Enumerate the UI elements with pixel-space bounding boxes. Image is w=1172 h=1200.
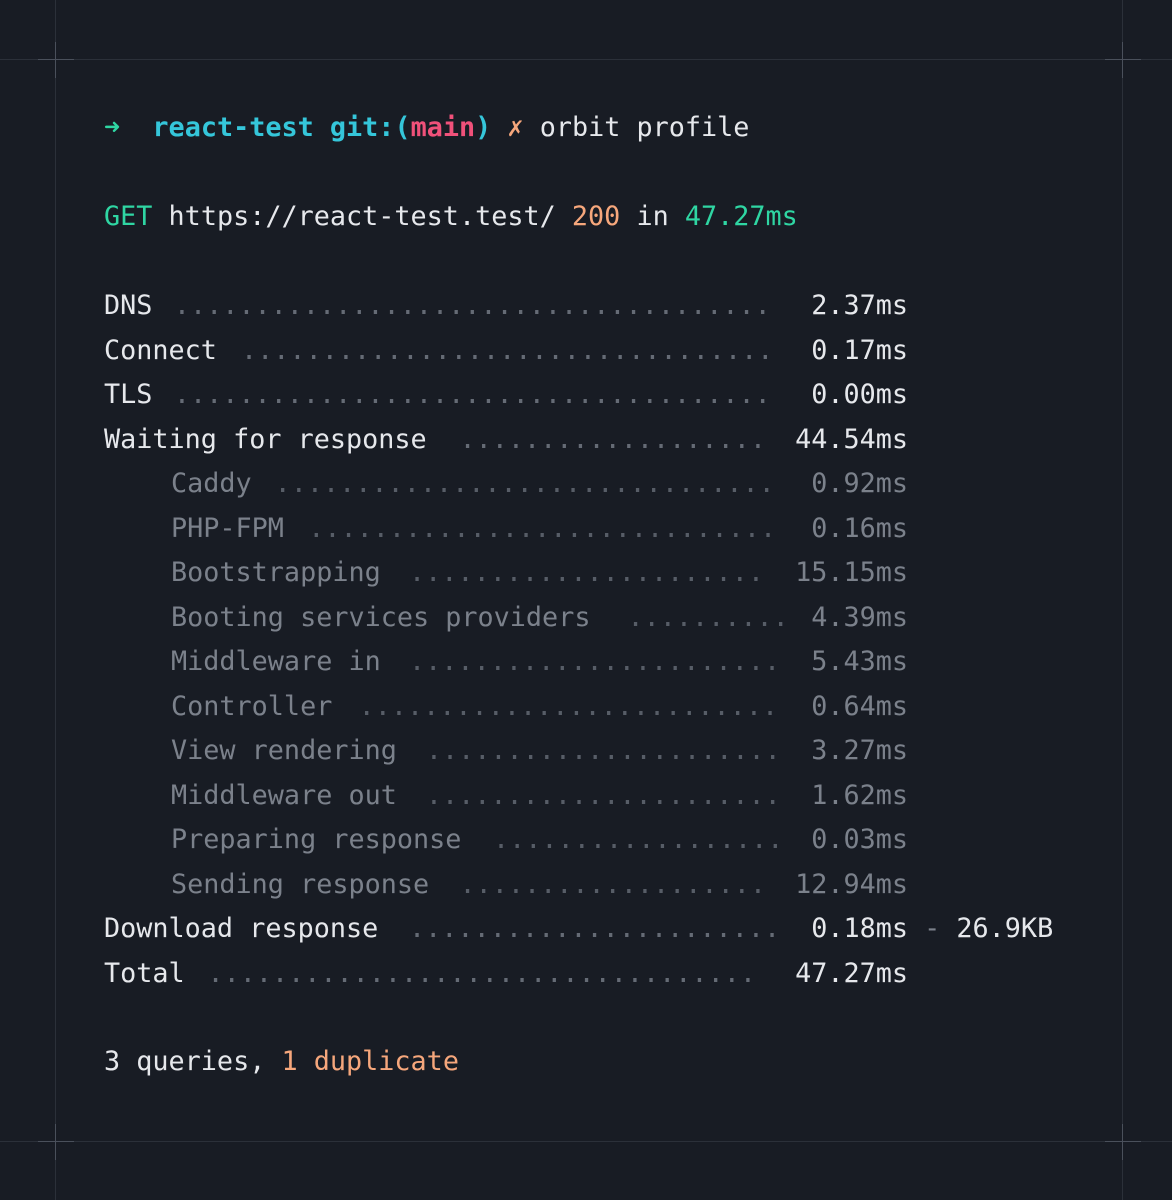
- frame-guide-bottom: [0, 1141, 1172, 1142]
- request-duration: 47.27ms: [684, 201, 798, 232]
- timing-label: PHP-FPM: [171, 512, 284, 544]
- frame-guide-left: [55, 0, 56, 1200]
- timing-dot-leader: .....................................: [173, 290, 771, 321]
- timing-dot-leader: ..........: [627, 601, 789, 633]
- corner-cross-icon: [1105, 42, 1141, 78]
- timing-label: Caddy: [171, 468, 252, 499]
- timing-label: Booting services providers: [171, 601, 591, 633]
- timing-label: Total: [104, 957, 185, 989]
- timing-value: 0.16ms: [811, 512, 908, 544]
- timing-row: Sending response 12.94ms.................…: [0, 869, 1172, 901]
- timing-label: Middleware in: [171, 646, 381, 677]
- timing-label: Controller: [171, 690, 333, 722]
- timing-dot-leader: ...................: [459, 423, 766, 455]
- timing-dot-leader: .............................: [308, 512, 777, 544]
- corner-cross-icon: [1105, 1124, 1141, 1160]
- timing-dot-leader: ......................: [409, 557, 764, 588]
- request-summary: GET https://react-test.test/ 200 in 47.2…: [104, 201, 798, 233]
- timing-dot-leader: ..........................: [358, 690, 779, 722]
- timing-dot-leader: ...................: [459, 868, 766, 900]
- timing-value: 1.62ms: [811, 779, 908, 811]
- download-size: - 26.9KB: [908, 913, 1053, 945]
- timing-label: Preparing response: [171, 824, 462, 855]
- request-status: 200: [571, 201, 621, 232]
- timing-label: Waiting for response: [104, 423, 427, 455]
- timing-row: Connect 0.17ms...........................…: [0, 335, 1172, 367]
- timing-value: 12.94ms: [795, 868, 908, 900]
- timing-value: 5.43ms: [811, 646, 908, 677]
- timing-row: Waiting for response 44.54ms.............…: [0, 424, 1172, 456]
- timing-row: TLS 0.00ms...............................…: [0, 379, 1172, 411]
- prompt-branch: main: [410, 112, 476, 143]
- timing-value: 2.37ms: [811, 290, 908, 321]
- queries-duplicate: 1 duplicate: [281, 1046, 459, 1077]
- timing-value: 0.64ms: [811, 690, 908, 722]
- queries-count: 3 queries,: [104, 1046, 266, 1077]
- timing-label: Middleware out: [171, 779, 397, 811]
- timing-label: Connect: [104, 334, 217, 366]
- timing-value: 47.27ms: [795, 957, 908, 989]
- timing-label: Bootstrapping: [171, 557, 381, 588]
- timing-value: 0.18ms: [811, 913, 908, 944]
- timing-row: PHP-FPM 0.16ms...........................…: [0, 513, 1172, 545]
- timing-row: Download response 0.18ms.................…: [0, 913, 1172, 945]
- corner-cross-icon: [38, 1124, 74, 1160]
- download-size-value: 26.9KB: [956, 913, 1054, 944]
- timing-value: 3.27ms: [811, 735, 908, 766]
- timing-value: 0.92ms: [811, 468, 908, 499]
- timing-dot-leader: ...............................: [274, 468, 775, 499]
- timing-dot-leader: ..................: [493, 824, 784, 855]
- timing-dot-leader: .......................: [409, 646, 781, 677]
- timing-row: View rendering 3.27ms....................…: [0, 735, 1172, 767]
- prompt-directory: react-test: [152, 112, 314, 143]
- prompt-git-label: git:(: [329, 112, 411, 143]
- prompt-git-close: ): [475, 112, 492, 143]
- timing-row: Preparing response 0.03ms................…: [0, 824, 1172, 856]
- timing-label: Sending response: [171, 868, 430, 900]
- timing-value: 0.00ms: [811, 379, 908, 410]
- download-size-separator: -: [908, 913, 957, 944]
- timing-value: 0.17ms: [811, 334, 908, 366]
- shell-prompt: ➜ react-test git:(main) ✗ orbit profile: [104, 112, 749, 144]
- queries-summary: 3 queries, 1 duplicate: [104, 1046, 459, 1078]
- request-url: https://react-test.test/: [168, 201, 556, 232]
- timing-value: 44.54ms: [795, 423, 908, 455]
- frame-guide-top: [0, 59, 1172, 60]
- timing-value: 15.15ms: [795, 557, 908, 588]
- timing-label: View rendering: [171, 735, 397, 766]
- timing-row: Controller 0.64ms........................…: [0, 691, 1172, 723]
- timing-dot-leader: ..................................: [207, 957, 756, 989]
- prompt-dirty-icon: ✗: [507, 112, 524, 143]
- timing-label: Download response: [104, 913, 379, 944]
- corner-cross-icon: [38, 42, 74, 78]
- prompt-arrow-icon: ➜: [104, 112, 121, 143]
- timing-row: Bootstrapping 15.15ms....................…: [0, 557, 1172, 589]
- request-method: GET: [104, 201, 153, 232]
- request-in-label: in: [636, 201, 669, 232]
- timing-row: Caddy 0.92ms.............................…: [0, 468, 1172, 500]
- timing-label: DNS: [104, 290, 153, 321]
- timing-dot-leader: .................................: [241, 334, 774, 366]
- timing-dot-leader: .......................: [409, 913, 781, 944]
- timing-value: 0.03ms: [811, 824, 908, 855]
- timing-dot-leader: ......................: [425, 735, 781, 766]
- timing-row: Booting services providers 4.39ms........…: [0, 602, 1172, 634]
- timing-row: DNS 2.37ms...............................…: [0, 290, 1172, 322]
- timing-label: TLS: [104, 379, 153, 410]
- prompt-command: orbit profile: [539, 112, 750, 143]
- timing-dot-leader: ......................: [425, 779, 781, 811]
- timing-dot-leader: .....................................: [173, 379, 771, 410]
- timing-row: Middleware out 1.62ms....................…: [0, 780, 1172, 812]
- timing-value: 4.39ms: [811, 601, 908, 633]
- frame-guide-right: [1122, 0, 1123, 1200]
- timing-row: Middleware in 5.43ms.....................…: [0, 646, 1172, 678]
- timing-row: Total 47.27ms............................…: [0, 958, 1172, 990]
